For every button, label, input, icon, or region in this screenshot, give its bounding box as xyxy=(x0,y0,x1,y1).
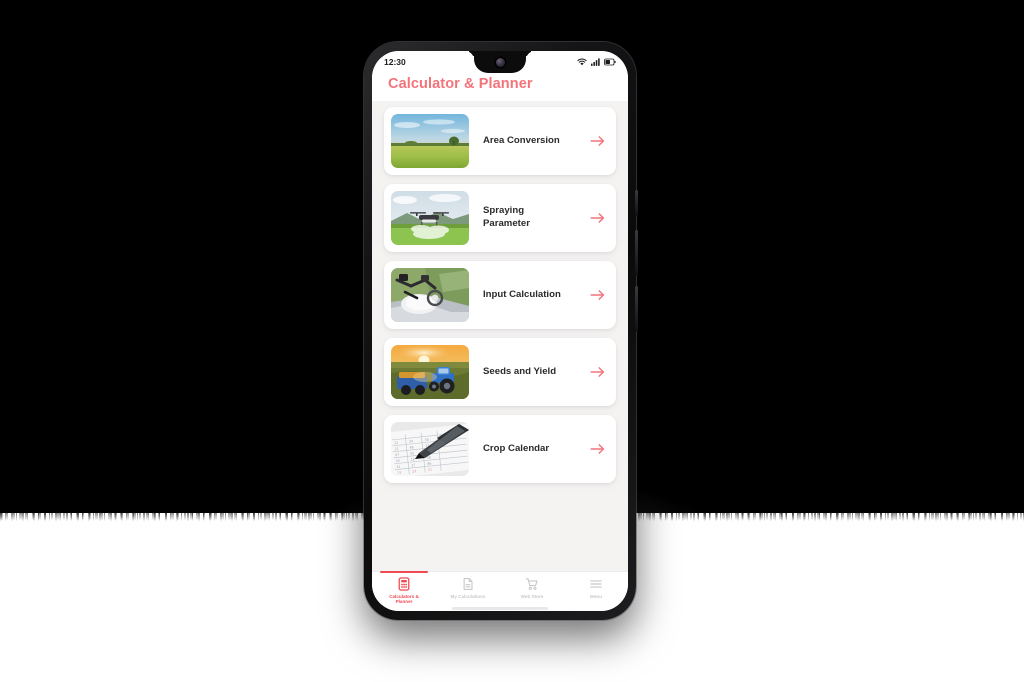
nav-item-label: Web Store xyxy=(520,593,544,599)
list-item-label: Crop Calendar xyxy=(483,442,550,454)
list-item-label: Area Conversion xyxy=(483,134,560,146)
page-title: Calculator & Planner xyxy=(388,76,533,92)
cellular-signal-icon xyxy=(591,58,600,66)
wifi-icon xyxy=(577,58,587,66)
nav-item-my-calculations[interactable]: My Calculations xyxy=(436,577,500,605)
calculator-icon xyxy=(397,576,411,591)
svg-text:86: 86 xyxy=(427,462,431,466)
list-item[interactable]: Input Calculation xyxy=(384,261,616,329)
spraying-drone-thumb xyxy=(391,191,469,245)
battery-icon xyxy=(604,58,616,66)
svg-text:18: 18 xyxy=(411,457,415,461)
nav-item-calculators-planner[interactable]: Calculators & Planner xyxy=(372,570,436,605)
phone-notch xyxy=(474,51,526,73)
arrow-right-icon[interactable] xyxy=(587,365,609,379)
app-header: Calculator & Planner xyxy=(372,73,628,101)
svg-text:92: 92 xyxy=(410,451,414,455)
hamburger-menu-icon xyxy=(589,577,603,591)
phone-side-button-volume-up[interactable] xyxy=(635,190,638,216)
phone-device-mockup: 12:30 Calculator & Planner Area Conversi… xyxy=(364,42,638,620)
svg-text:55: 55 xyxy=(396,459,400,463)
nav-item-web-store[interactable]: Web Store xyxy=(500,577,564,605)
list-item[interactable]: Area Conversion xyxy=(384,107,616,175)
calculator-card-list[interactable]: Area Conversion Spraying Parameter Input… xyxy=(372,101,628,571)
sprayer-equipment-thumb xyxy=(391,268,469,322)
pen-calendar-thumb: 123456 214813 079264 551830 412786 73295… xyxy=(391,422,469,476)
arrow-right-icon[interactable] xyxy=(587,211,609,225)
document-icon xyxy=(461,577,475,591)
svg-text:56: 56 xyxy=(425,438,429,442)
field-sunset-thumb xyxy=(391,114,469,168)
front-camera-icon xyxy=(495,58,505,67)
svg-text:27: 27 xyxy=(411,463,415,467)
arrow-right-icon[interactable] xyxy=(587,288,609,302)
svg-text:51: 51 xyxy=(428,467,432,471)
status-bar-icons xyxy=(577,58,616,66)
nav-item-menu[interactable]: Menu xyxy=(564,577,628,605)
list-item[interactable]: Seeds and Yield xyxy=(384,338,616,406)
nav-item-label: My Calculations xyxy=(450,593,486,599)
svg-text:48: 48 xyxy=(409,445,413,449)
home-indicator[interactable] xyxy=(452,606,548,610)
nav-item-label: Calculators & Planner xyxy=(389,593,419,605)
phone-side-button-volume-down[interactable] xyxy=(635,230,638,276)
phone-screen: 12:30 Calculator & Planner Area Conversi… xyxy=(372,51,628,611)
svg-text:29: 29 xyxy=(412,469,416,473)
svg-text:34: 34 xyxy=(409,439,413,443)
arrow-right-icon[interactable] xyxy=(587,442,609,456)
list-item[interactable]: Spraying Parameter xyxy=(384,184,616,252)
list-item-label: Seeds and Yield xyxy=(483,365,557,377)
nav-active-indicator xyxy=(380,570,428,573)
phone-side-button-power[interactable] xyxy=(635,286,638,332)
svg-text:21: 21 xyxy=(394,447,398,451)
status-bar-time: 12:30 xyxy=(384,57,406,67)
tractor-harvest-thumb xyxy=(391,345,469,399)
svg-text:07: 07 xyxy=(395,453,399,457)
svg-text:12: 12 xyxy=(394,441,398,445)
list-item-label: Input Calculation xyxy=(483,288,561,300)
list-item-label: Spraying Parameter xyxy=(483,205,530,229)
nav-item-label: Menu xyxy=(590,593,602,599)
svg-text:41: 41 xyxy=(396,465,400,469)
list-item[interactable]: 123456 214813 079264 551830 412786 73295… xyxy=(384,415,616,483)
bottom-navigation-bar: Calculators & Planner My Calculations We… xyxy=(372,570,628,611)
arrow-right-icon[interactable] xyxy=(587,134,609,148)
shopping-cart-icon xyxy=(525,577,539,591)
svg-text:73: 73 xyxy=(397,471,401,475)
